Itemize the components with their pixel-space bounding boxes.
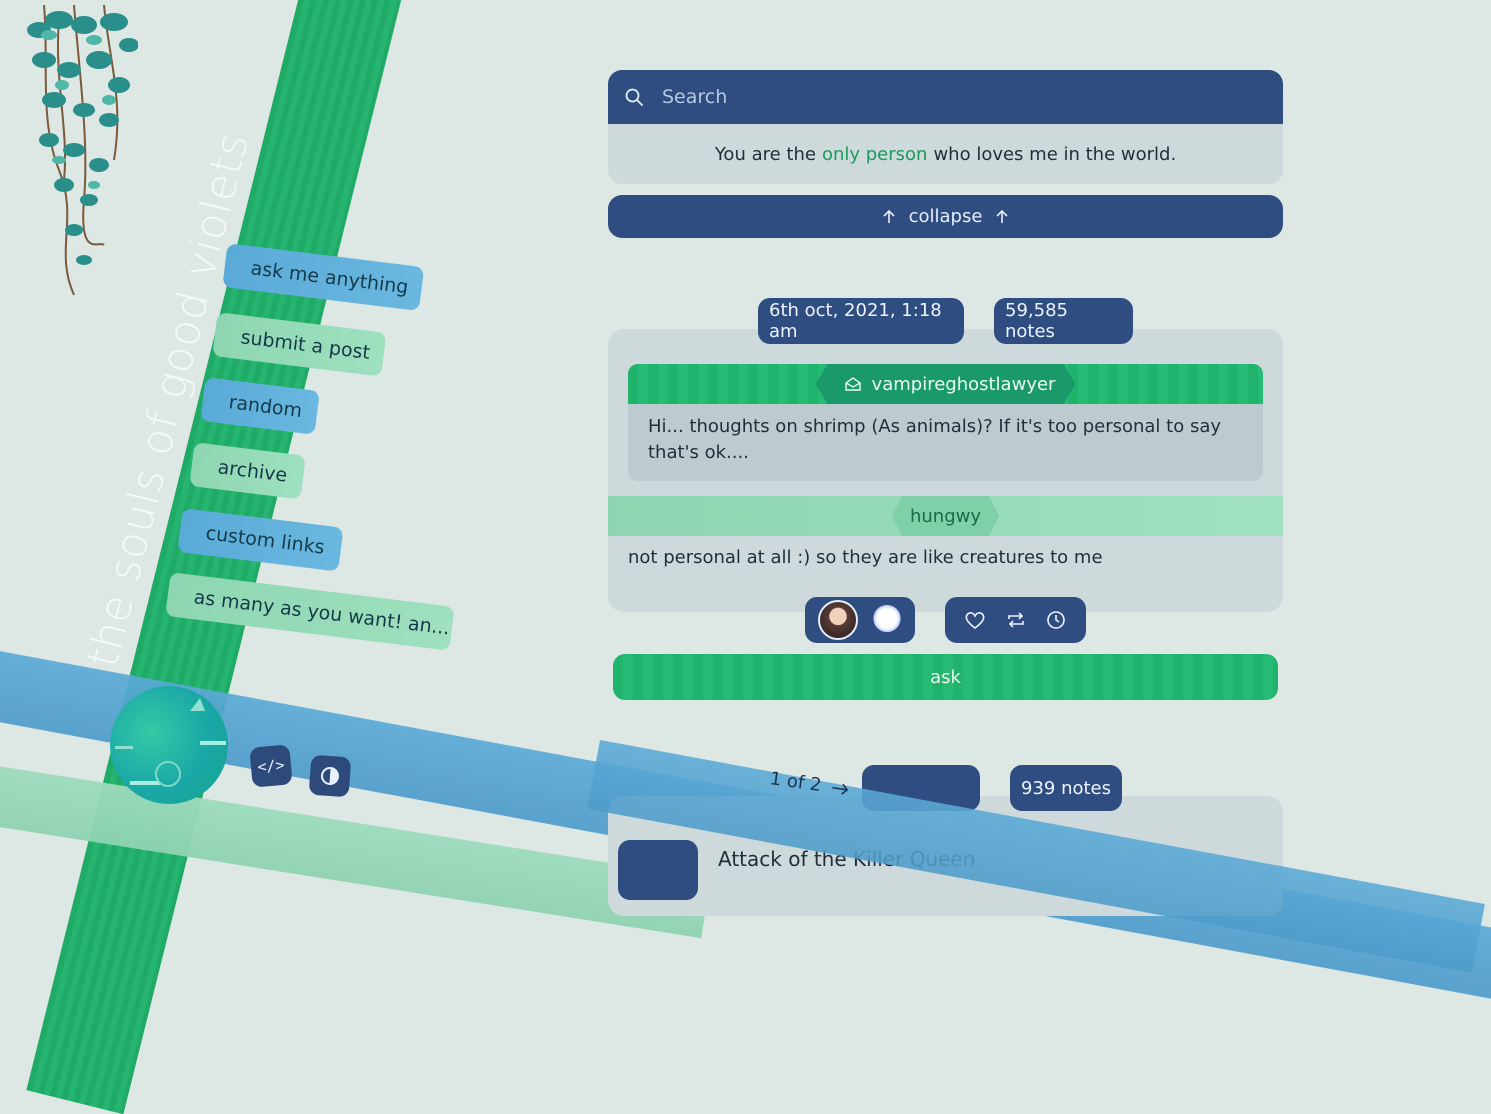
next-post-notes-label: 939 notes — [1021, 777, 1112, 799]
nav-link-label: archive — [216, 456, 289, 487]
nav-link-label: submit a post — [239, 326, 372, 364]
post-card: vampireghostlawyer Hi... thoughts on shr… — [608, 329, 1283, 612]
clock-icon[interactable] — [1045, 609, 1067, 631]
search-icon[interactable] — [624, 87, 644, 107]
post-actions — [945, 597, 1086, 643]
post-date[interactable]: 6th oct, 2021, 1:18 am — [758, 298, 964, 344]
asker-tag[interactable]: vampireghostlawyer — [816, 364, 1076, 404]
hanging-vine-image — [27, 4, 138, 296]
nav-link-label: random — [227, 391, 304, 423]
contrast-icon — [321, 766, 339, 785]
arrow-up-icon — [996, 209, 1008, 223]
asker-bar: vampireghostlawyer — [628, 364, 1263, 404]
source-avatar[interactable] — [818, 600, 859, 640]
reblog-icon[interactable] — [1005, 610, 1027, 630]
description-before: You are the — [714, 143, 816, 165]
nav-link-label: custom links — [204, 522, 326, 559]
post-date-label: 6th oct, 2021, 1:18 am — [769, 300, 942, 342]
avatar[interactable] — [110, 686, 228, 804]
envelope-icon — [844, 376, 862, 392]
description-after: who loves me in the world. — [933, 143, 1177, 165]
arrow-right-icon[interactable] — [830, 780, 850, 796]
nav-link-label: ask me anything — [249, 257, 410, 299]
answerer-name: hungwy — [909, 505, 982, 527]
ghost-avatar[interactable] — [871, 605, 902, 635]
code-icon: </> — [256, 755, 286, 777]
question-text: Hi... thoughts on shrimp (As animals)? I… — [628, 404, 1263, 481]
post-tag-label: ask — [930, 666, 961, 688]
audio-album-art[interactable] — [618, 840, 698, 900]
code-button[interactable]: </> — [249, 744, 293, 788]
answerer-bar: hungwy — [608, 496, 1283, 536]
avatar-pattern-icon — [115, 698, 226, 787]
collapse-label: collapse — [908, 206, 983, 227]
description-highlight: only person — [821, 143, 928, 165]
next-post-notes[interactable]: 939 notes — [1010, 765, 1122, 811]
search-bar — [608, 70, 1283, 124]
arrow-up-icon — [883, 209, 895, 223]
post-tag-ask[interactable]: ask — [613, 654, 1278, 700]
search-input[interactable] — [660, 85, 1224, 109]
asker-name: vampireghostlawyer — [871, 373, 1056, 395]
answer-text: not personal at all :) so they are like … — [628, 547, 1103, 568]
collapse-button[interactable]: collapse — [608, 195, 1283, 238]
answerer-tag[interactable]: hungwy — [892, 496, 999, 536]
heart-icon[interactable] — [964, 610, 986, 630]
post-notes-label: 59,585 notes — [1005, 300, 1068, 342]
blog-description: You are the only person who loves me in … — [608, 124, 1283, 184]
post-notes[interactable]: 59,585 notes — [994, 298, 1133, 344]
theme-toggle-button[interactable] — [308, 754, 352, 798]
reblog-sources — [805, 597, 915, 643]
